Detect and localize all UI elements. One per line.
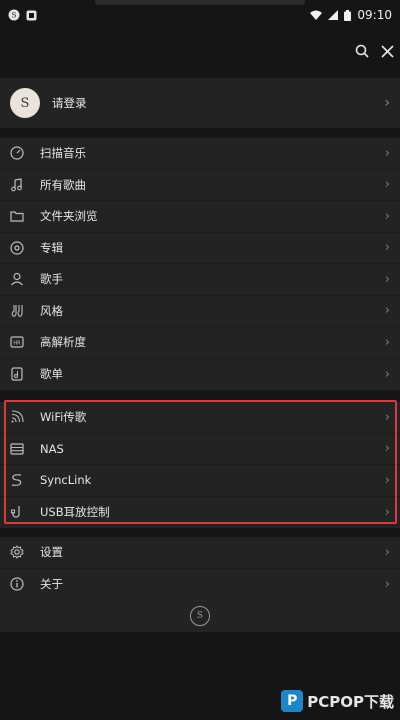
menu-label: 专辑 xyxy=(40,240,63,255)
menu-label: 高解析度 xyxy=(40,335,86,350)
chevron-right-icon: › xyxy=(384,334,390,350)
footer-logo-row: S xyxy=(0,600,400,632)
usb-amp-icon xyxy=(10,505,24,519)
watermark: P PCPOP下载 xyxy=(281,690,394,712)
chevron-right-icon: › xyxy=(384,504,390,520)
menu-label: NAS xyxy=(40,441,64,456)
nas-icon xyxy=(10,442,24,456)
top-actions xyxy=(355,36,394,66)
svg-text:S: S xyxy=(12,12,17,20)
chevron-right-icon: › xyxy=(384,177,390,193)
app-notification-icon: S xyxy=(8,9,20,21)
synclink-icon xyxy=(10,473,24,487)
menu-item-hires[interactable]: HR 高解析度 › xyxy=(0,327,400,359)
menu-label: 扫描音乐 xyxy=(40,146,86,161)
menu-label: 文件夹浏览 xyxy=(40,209,98,224)
info-icon xyxy=(10,577,24,591)
chevron-right-icon: › xyxy=(384,271,390,287)
signal-icon xyxy=(328,10,339,20)
menu-item-scan-music[interactable]: 扫描音乐 › xyxy=(0,138,400,170)
genre-icon xyxy=(10,304,24,318)
divider xyxy=(0,390,400,398)
menu-label: 歌手 xyxy=(40,272,63,287)
menu-item-playlists[interactable]: 歌单 › xyxy=(0,359,400,391)
chevron-right-icon: › xyxy=(384,441,390,457)
chevron-right-icon: › xyxy=(384,208,390,224)
menu-label: 设置 xyxy=(40,545,63,560)
chevron-right-icon: › xyxy=(384,576,390,592)
menu-item-all-songs[interactable]: 所有歌曲 › xyxy=(0,170,400,201)
menu-label: 关于 xyxy=(40,577,63,592)
wifi-status-icon xyxy=(310,10,323,20)
battery-icon xyxy=(344,9,352,21)
menu-item-settings[interactable]: 设置 › xyxy=(0,537,400,569)
svg-text:HR: HR xyxy=(13,341,21,347)
chevron-right-icon: › xyxy=(384,472,390,488)
chevron-right-icon: › xyxy=(384,409,390,425)
menu-label: USB耳放控制 xyxy=(40,505,110,520)
menu-label: 风格 xyxy=(40,303,63,318)
menu-item-artists[interactable]: 歌手 › xyxy=(0,264,400,296)
login-label: 请登录 xyxy=(52,96,87,110)
chevron-right-icon: › xyxy=(384,366,390,382)
gear-icon xyxy=(10,545,24,560)
menu-item-albums[interactable]: 专辑 › xyxy=(0,233,400,264)
clock-time: 09:10 xyxy=(357,8,392,22)
avatar: S xyxy=(10,88,40,118)
music-note-icon xyxy=(10,178,24,192)
watermark-badge: P xyxy=(281,690,304,712)
menu-item-wifi-transfer[interactable]: WiFi传歌 › xyxy=(0,402,400,434)
network-menu: WiFi传歌 › NAS › SyncLink › USB耳放控制 › xyxy=(0,402,400,528)
scan-icon xyxy=(10,146,24,160)
menu-item-synclink[interactable]: SyncLink › xyxy=(0,465,400,497)
artist-icon xyxy=(10,272,24,286)
chevron-right-icon: › xyxy=(384,145,390,161)
menu-item-genres[interactable]: 风格 › xyxy=(0,296,400,327)
library-menu: 扫描音乐 › 所有歌曲 › 文件夹浏览 › 专辑 › 歌手 › 风格 › HR … xyxy=(0,138,400,390)
hires-icon: HR xyxy=(10,335,24,349)
menu-label: 所有歌曲 xyxy=(40,177,86,192)
settings-menu: 设置 › 关于 › xyxy=(0,537,400,600)
menu-item-about[interactable]: 关于 › xyxy=(0,569,400,601)
brand-logo-icon: S xyxy=(190,606,210,626)
wifi-icon xyxy=(10,410,24,424)
close-icon[interactable] xyxy=(381,44,394,58)
chevron-right-icon: › xyxy=(384,303,390,319)
status-notch xyxy=(95,0,305,5)
album-icon xyxy=(10,241,24,255)
menu-label: SyncLink xyxy=(40,473,92,488)
search-icon[interactable] xyxy=(355,44,369,58)
chevron-right-icon: › xyxy=(384,95,390,111)
menu-item-usb-amp-control[interactable]: USB耳放控制 › xyxy=(0,497,400,529)
menu-label: WiFi传歌 xyxy=(40,410,87,425)
notification-icon xyxy=(26,10,37,20)
chevron-right-icon: › xyxy=(384,240,390,256)
folder-icon xyxy=(10,209,24,223)
menu-item-nas[interactable]: NAS › xyxy=(0,434,400,465)
menu-item-folder-browse[interactable]: 文件夹浏览 › xyxy=(0,201,400,233)
watermark-text: PCPOP下载 xyxy=(307,692,394,711)
playlist-icon xyxy=(10,367,24,381)
chevron-right-icon: › xyxy=(384,544,390,560)
menu-label: 歌单 xyxy=(40,367,63,382)
login-row[interactable]: S 请登录 › xyxy=(0,78,400,128)
